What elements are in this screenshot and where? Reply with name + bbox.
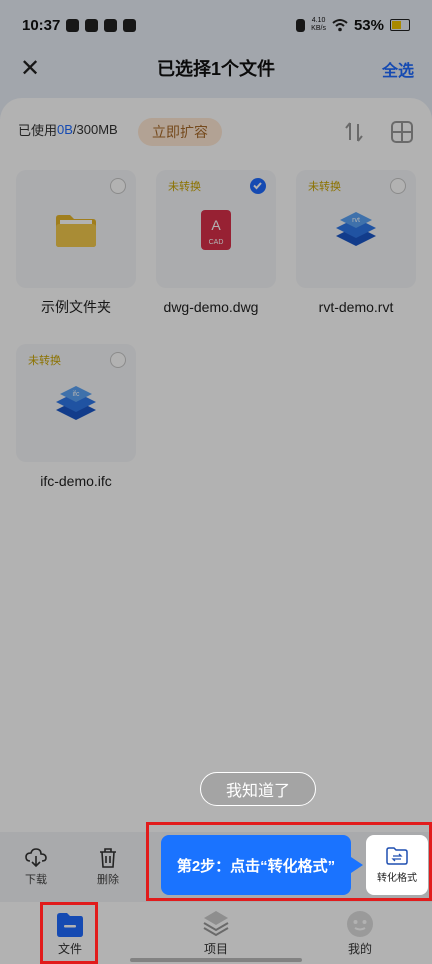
nav-mine-label: 我的 — [347, 942, 372, 956]
app-notification-icon — [66, 18, 80, 32]
battery-percent: 53% — [353, 16, 384, 34]
unconverted-tag: 未转换 — [168, 181, 201, 193]
vibrate-icon — [296, 18, 306, 32]
file-name: dwg-demo.dwg — [163, 299, 259, 315]
nav-files-highlight-frame — [40, 902, 98, 964]
storage-prefix: 已使用 — [18, 123, 58, 138]
status-bar: 10:37 4.10 KB/s 53% — [0, 0, 432, 50]
download-label: 下载 — [25, 874, 47, 886]
delete-button[interactable]: 删除 — [88, 848, 128, 887]
battery-icon — [390, 19, 410, 31]
selected-checkmark-icon[interactable] — [250, 178, 266, 194]
nav-projects-label: 项目 — [203, 942, 228, 956]
message-icon — [123, 18, 137, 32]
step-tip-text: 第2步：点击“转化格式” — [176, 857, 336, 875]
net-speed: 4.10 KB/s — [311, 17, 326, 32]
svg-text:ifc: ifc — [73, 391, 81, 398]
select-all-button[interactable]: 全选 — [382, 57, 414, 81]
select-checkbox[interactable] — [390, 178, 406, 194]
close-icon[interactable]: ✕ — [20, 54, 40, 83]
svg-text:A: A — [211, 217, 221, 233]
download-cloud-icon — [25, 848, 47, 868]
unconverted-tag: 未转换 — [28, 355, 61, 367]
cad-file-icon: A CAD — [201, 210, 231, 250]
expand-storage-button[interactable]: 立即扩容 — [138, 118, 222, 146]
trash-icon — [100, 848, 116, 868]
wifi-icon — [332, 19, 348, 32]
crown-icon — [104, 18, 118, 32]
ifc-layers-icon: ifc — [56, 386, 96, 420]
download-button[interactable]: 下载 — [16, 848, 56, 887]
svg-text:CAD: CAD — [209, 239, 224, 246]
file-card-folder[interactable] — [16, 170, 136, 288]
tiktok-icon — [85, 18, 99, 32]
guide-step-tip: 第2步：点击“转化格式” — [161, 835, 363, 895]
grid-view-icon[interactable] — [390, 120, 414, 144]
file-card-rvt[interactable]: 未转换 rvt — [296, 170, 416, 288]
home-indicator — [130, 958, 302, 962]
storage-total: /300MB — [72, 122, 118, 137]
file-name: rvt-demo.rvt — [318, 299, 394, 315]
nav-projects[interactable]: 项目 — [186, 908, 246, 957]
convert-format-button[interactable]: 转化格式 — [366, 835, 428, 895]
unconverted-tag: 未转换 — [308, 181, 341, 193]
storage-usage: 已使用 0B /300MB — [18, 120, 118, 139]
convert-format-label: 转化格式 — [377, 873, 417, 884]
storage-used: 0B — [57, 122, 73, 137]
profile-face-icon — [347, 911, 373, 937]
select-checkbox[interactable] — [110, 178, 126, 194]
file-card-dwg[interactable]: 未转换 A CAD — [156, 170, 276, 288]
file-name: ifc-demo.ifc — [40, 473, 112, 489]
delete-label: 删除 — [97, 874, 119, 886]
folder-icon — [56, 215, 96, 247]
file-card-ifc[interactable]: 未转换 ifc — [16, 344, 136, 462]
header: ✕ 已选择1个文件 全选 — [0, 50, 432, 86]
select-checkbox[interactable] — [110, 352, 126, 368]
svg-text:rvt: rvt — [352, 217, 360, 224]
page-title: 已选择1个文件 — [156, 59, 275, 79]
got-it-button[interactable]: 我知道了 — [200, 772, 316, 806]
projects-layers-icon — [203, 911, 229, 937]
status-time: 10:37 — [22, 16, 61, 34]
nav-mine[interactable]: 我的 — [330, 908, 390, 957]
rvt-layers-icon: rvt — [336, 212, 376, 246]
sort-icon[interactable] — [342, 120, 366, 144]
file-name: 示例文件夹 — [41, 299, 111, 315]
convert-folder-icon — [386, 847, 408, 865]
